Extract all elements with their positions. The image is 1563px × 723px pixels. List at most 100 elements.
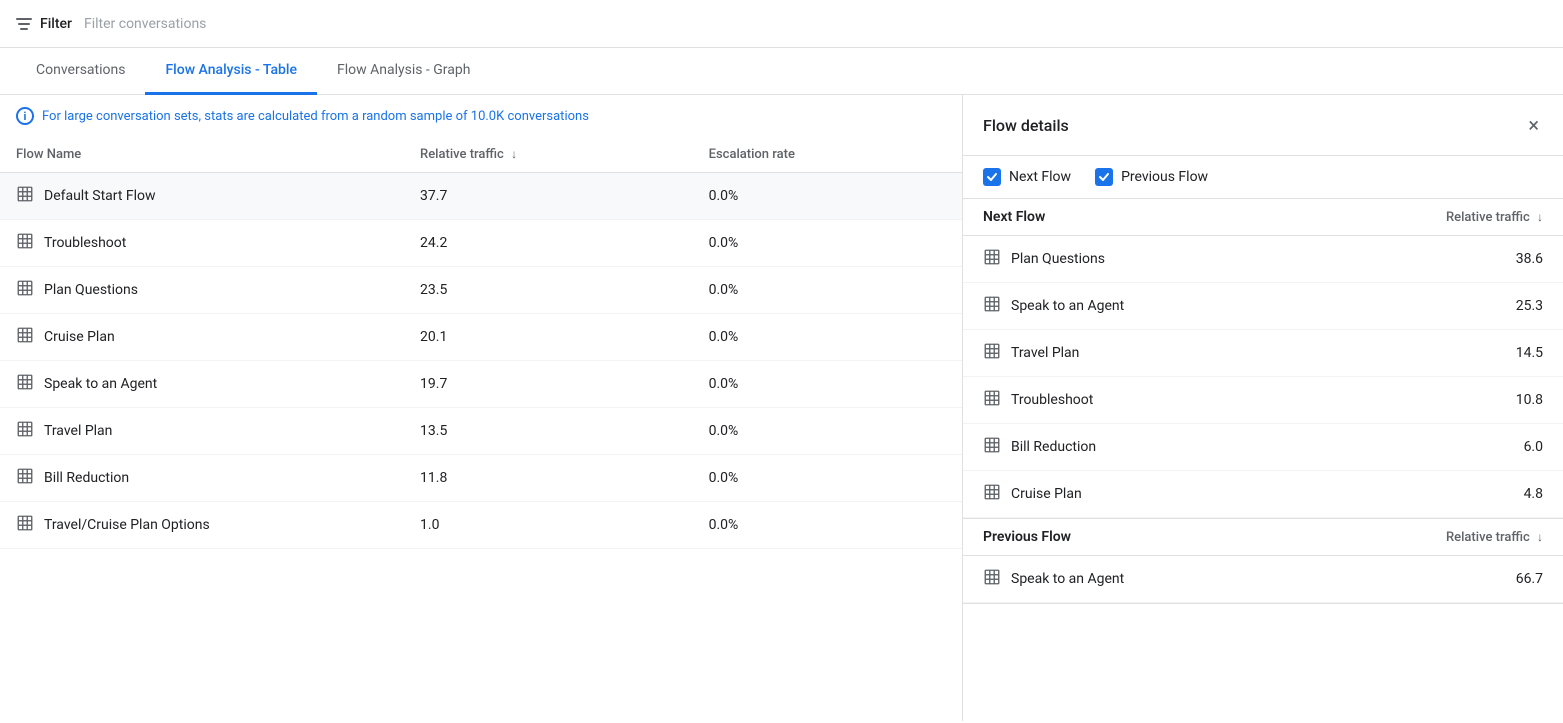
previous-flow-traffic-cell: 66.7 <box>1353 556 1563 603</box>
right-panel: Flow details × Next Flow Previous F <box>963 95 1563 721</box>
info-text: For large conversation sets, stats are c… <box>42 109 589 124</box>
next-flow-table-icon <box>983 295 1001 317</box>
flow-name: Speak to an Agent <box>44 376 157 392</box>
table-row[interactable]: Troubleshoot 24.2 0.0% <box>0 220 962 267</box>
flow-name-cell: Default Start Flow <box>0 173 404 220</box>
next-flow-table: Next Flow Relative traffic ↓ P <box>963 199 1563 518</box>
next-flow-traffic-cell: 10.8 <box>1353 377 1563 424</box>
next-flow-sort-icon: ↓ <box>1537 210 1543 224</box>
main-layout: i For large conversation sets, stats are… <box>0 95 1563 721</box>
next-flow-name-cell: Plan Questions <box>963 236 1353 283</box>
left-panel: i For large conversation sets, stats are… <box>0 95 963 721</box>
previous-flow-checkbox[interactable] <box>1095 168 1113 186</box>
close-button[interactable]: × <box>1524 111 1543 139</box>
flow-name-cell: Speak to an Agent <box>0 361 404 408</box>
relative-traffic-cell: 19.7 <box>404 361 693 408</box>
escalation-rate-cell: 0.0% <box>693 173 962 220</box>
flow-name-cell: Troubleshoot <box>0 220 404 267</box>
next-flow-table-icon <box>983 248 1001 270</box>
flow-name: Bill Reduction <box>44 470 129 486</box>
table-row[interactable]: Plan Questions 23.5 0.0% <box>0 267 962 314</box>
previous-flow-name-cell: Speak to an Agent <box>963 556 1353 603</box>
flow-table: Flow Name Relative traffic ↓ Escalation … <box>0 137 962 549</box>
next-flow-name: Plan Questions <box>1011 251 1105 267</box>
escalation-rate-cell: 0.0% <box>693 267 962 314</box>
flow-name: Cruise Plan <box>44 329 115 345</box>
next-flow-traffic-cell: 4.8 <box>1353 471 1563 518</box>
checkboxes-row: Next Flow Previous Flow <box>963 156 1563 199</box>
filter-label: Filter <box>40 16 72 32</box>
next-flow-row[interactable]: Bill Reduction 6.0 <box>963 424 1563 471</box>
next-flow-name: Bill Reduction <box>1011 439 1096 455</box>
next-flow-label: Next Flow <box>1009 169 1071 185</box>
filter-icon[interactable] <box>16 18 32 30</box>
table-row[interactable]: Default Start Flow 37.7 0.0% <box>0 173 962 220</box>
flow-table-icon <box>16 514 34 536</box>
next-flow-row[interactable]: Speak to an Agent 25.3 <box>963 283 1563 330</box>
previous-flow-label: Previous Flow <box>1121 169 1208 185</box>
previous-flow-section: Previous Flow Relative traffic ↓ <box>963 519 1563 604</box>
flow-table-icon <box>16 232 34 254</box>
flow-name-cell: Plan Questions <box>0 267 404 314</box>
flow-name: Travel Plan <box>44 423 112 439</box>
table-row[interactable]: Speak to an Agent 19.7 0.0% <box>0 361 962 408</box>
next-flow-name-cell: Troubleshoot <box>963 377 1353 424</box>
tab-flow-analysis-graph[interactable]: Flow Analysis - Graph <box>317 48 491 95</box>
checkbox-next-flow[interactable]: Next Flow <box>983 168 1071 186</box>
tabs-bar: Conversations Flow Analysis - Table Flow… <box>0 48 1563 95</box>
flow-table-icon <box>16 373 34 395</box>
next-flow-section: Next Flow Relative traffic ↓ P <box>963 199 1563 519</box>
sort-arrow-icon: ↓ <box>511 147 517 161</box>
checkbox-previous-flow[interactable]: Previous Flow <box>1095 168 1208 186</box>
relative-traffic-cell: 23.5 <box>404 267 693 314</box>
flow-name-cell: Cruise Plan <box>0 314 404 361</box>
next-flow-row[interactable]: Troubleshoot 10.8 <box>963 377 1563 424</box>
relative-traffic-cell: 13.5 <box>404 408 693 455</box>
table-row[interactable]: Travel/Cruise Plan Options 1.0 0.0% <box>0 502 962 549</box>
next-flow-row[interactable]: Plan Questions 38.6 <box>963 236 1563 283</box>
flow-table-icon <box>16 326 34 348</box>
previous-flow-col-traffic[interactable]: Relative traffic ↓ <box>1353 519 1563 556</box>
flow-name: Troubleshoot <box>44 235 126 251</box>
next-flow-table-icon <box>983 483 1001 505</box>
relative-traffic-cell: 20.1 <box>404 314 693 361</box>
next-flow-name-cell: Bill Reduction <box>963 424 1353 471</box>
filter-placeholder[interactable]: Filter conversations <box>84 16 206 32</box>
tab-conversations[interactable]: Conversations <box>16 48 145 95</box>
table-row[interactable]: Bill Reduction 11.8 0.0% <box>0 455 962 502</box>
next-flow-row[interactable]: Travel Plan 14.5 <box>963 330 1563 377</box>
flow-name: Travel/Cruise Plan Options <box>44 517 210 533</box>
relative-traffic-cell: 1.0 <box>404 502 693 549</box>
flow-name: Plan Questions <box>44 282 138 298</box>
next-flow-col-traffic[interactable]: Relative traffic ↓ <box>1353 199 1563 236</box>
previous-flow-table: Previous Flow Relative traffic ↓ <box>963 519 1563 603</box>
next-flow-col-name: Next Flow <box>963 199 1353 236</box>
next-flow-name-cell: Cruise Plan <box>963 471 1353 518</box>
next-flow-table-icon <box>983 389 1001 411</box>
next-flow-checkbox[interactable] <box>983 168 1001 186</box>
escalation-rate-cell: 0.0% <box>693 314 962 361</box>
info-banner: i For large conversation sets, stats are… <box>0 95 962 137</box>
filter-bar: Filter Filter conversations <box>0 0 1563 48</box>
prev-flow-table-icon <box>983 568 1001 590</box>
next-flow-table-icon <box>983 436 1001 458</box>
next-flow-row[interactable]: Cruise Plan 4.8 <box>963 471 1563 518</box>
next-flow-traffic-cell: 6.0 <box>1353 424 1563 471</box>
next-flow-traffic-cell: 25.3 <box>1353 283 1563 330</box>
previous-flow-row[interactable]: Speak to an Agent 66.7 <box>963 556 1563 603</box>
escalation-rate-cell: 0.0% <box>693 361 962 408</box>
table-row[interactable]: Cruise Plan 20.1 0.0% <box>0 314 962 361</box>
flow-table-icon <box>16 185 34 207</box>
tab-flow-analysis-table[interactable]: Flow Analysis - Table <box>145 48 317 95</box>
col-header-relative-traffic[interactable]: Relative traffic ↓ <box>404 137 693 173</box>
next-flow-traffic-cell: 38.6 <box>1353 236 1563 283</box>
col-header-flow-name: Flow Name <box>0 137 404 173</box>
next-flow-traffic-cell: 14.5 <box>1353 330 1563 377</box>
next-flow-name: Speak to an Agent <box>1011 298 1124 314</box>
previous-flow-col-name: Previous Flow <box>963 519 1353 556</box>
next-flow-name: Cruise Plan <box>1011 486 1082 502</box>
next-flow-name-cell: Travel Plan <box>963 330 1353 377</box>
flow-name-cell: Travel/Cruise Plan Options <box>0 502 404 549</box>
next-flow-name: Travel Plan <box>1011 345 1079 361</box>
table-row[interactable]: Travel Plan 13.5 0.0% <box>0 408 962 455</box>
